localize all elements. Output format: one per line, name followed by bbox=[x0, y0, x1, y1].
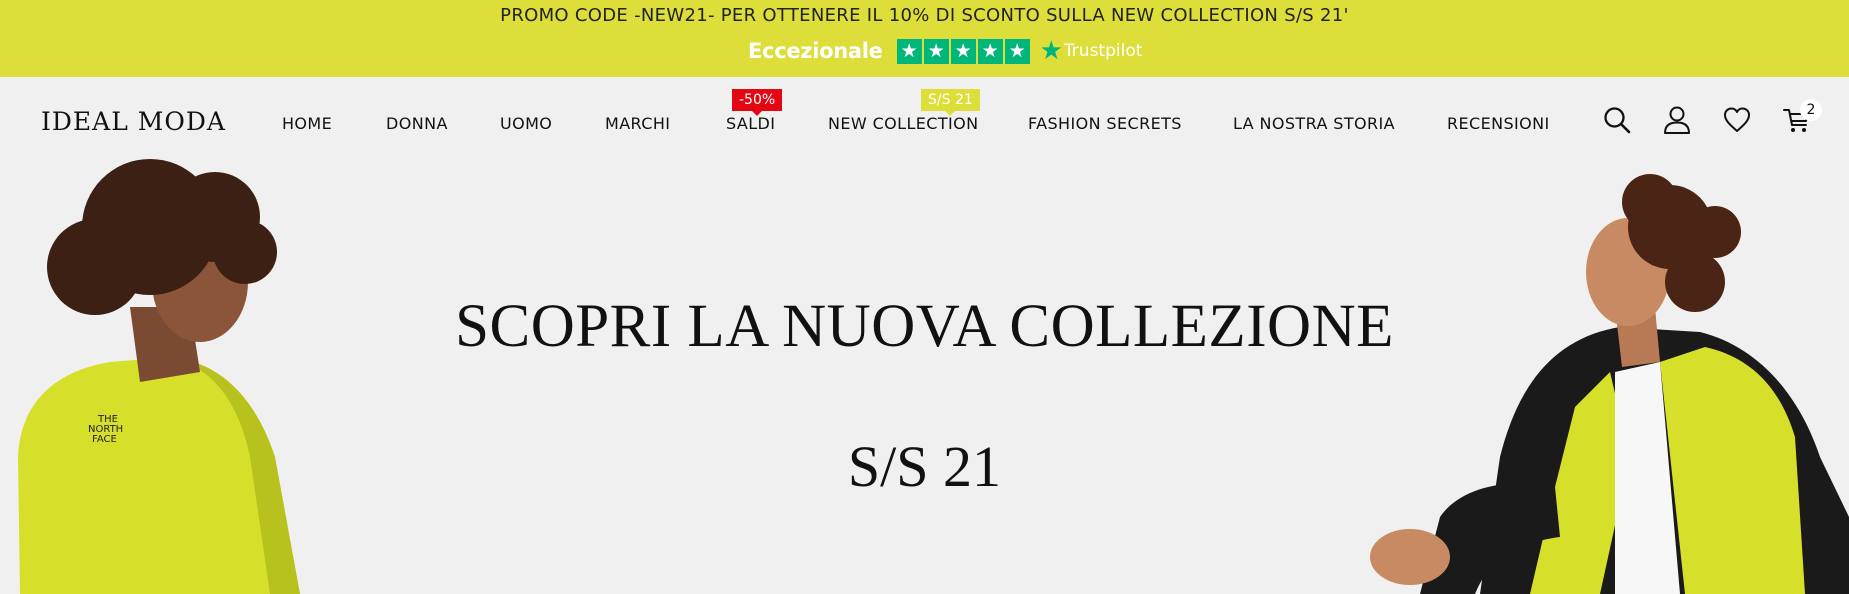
star-icon: ★ bbox=[923, 38, 949, 64]
nav-recensioni[interactable]: RECENSIONI bbox=[1447, 114, 1550, 133]
search-icon[interactable] bbox=[1602, 105, 1632, 135]
hero-image-woman bbox=[1370, 174, 1849, 594]
star-icon: ★ bbox=[896, 38, 922, 64]
star-icon: ★ bbox=[977, 38, 1003, 64]
cart-count-badge: 2 bbox=[1800, 99, 1822, 121]
trustpilot-widget[interactable]: Eccezionale ★ ★ ★ ★ ★ ★ Trustpilot bbox=[748, 38, 1142, 64]
nav-la-nostra-storia[interactable]: LA NOSTRA STORIA bbox=[1233, 114, 1395, 133]
nav-home[interactable]: HOME bbox=[282, 114, 332, 133]
user-icon[interactable] bbox=[1662, 105, 1692, 135]
nav-uomo[interactable]: UOMO bbox=[500, 114, 552, 133]
new-collection-badge: S/S 21 bbox=[921, 89, 980, 116]
trustpilot-star-icon: ★ bbox=[1039, 36, 1063, 66]
nav-donna[interactable]: DONNA bbox=[386, 114, 448, 133]
site-header: IDEAL MODA HOME DONNA UOMO MARCHI -50% S… bbox=[0, 77, 1849, 157]
nav-marchi[interactable]: MARCHI bbox=[605, 114, 670, 133]
nav-saldi[interactable]: SALDI bbox=[726, 114, 775, 133]
nav-fashion-secrets[interactable]: FASHION SECRETS bbox=[1028, 114, 1182, 133]
star-icon: ★ bbox=[1004, 38, 1030, 64]
promo-text: PROMO CODE -NEW21- PER OTTENERE IL 10% D… bbox=[500, 5, 1349, 26]
star-icon: ★ bbox=[950, 38, 976, 64]
trustpilot-rating-label: Eccezionale bbox=[748, 39, 883, 63]
nav-new-collection[interactable]: NEW COLLECTION bbox=[828, 114, 979, 133]
trustpilot-logo: ★ Trustpilot bbox=[1040, 38, 1143, 64]
heart-icon[interactable] bbox=[1722, 105, 1752, 135]
hero-banner[interactable]: THE NORTH FACE SCOPRI LA NUOVA COLLEZION… bbox=[0, 157, 1849, 594]
promo-bar: PROMO CODE -NEW21- PER OTTENERE IL 10% D… bbox=[0, 0, 1849, 77]
sale-badge: -50% bbox=[732, 89, 783, 116]
hero-image-man: THE NORTH FACE bbox=[18, 159, 300, 594]
trustpilot-label: Trustpilot bbox=[1063, 41, 1143, 61]
trustpilot-stars: ★ ★ ★ ★ ★ bbox=[896, 38, 1030, 64]
site-logo[interactable]: IDEAL MODA bbox=[41, 107, 226, 136]
